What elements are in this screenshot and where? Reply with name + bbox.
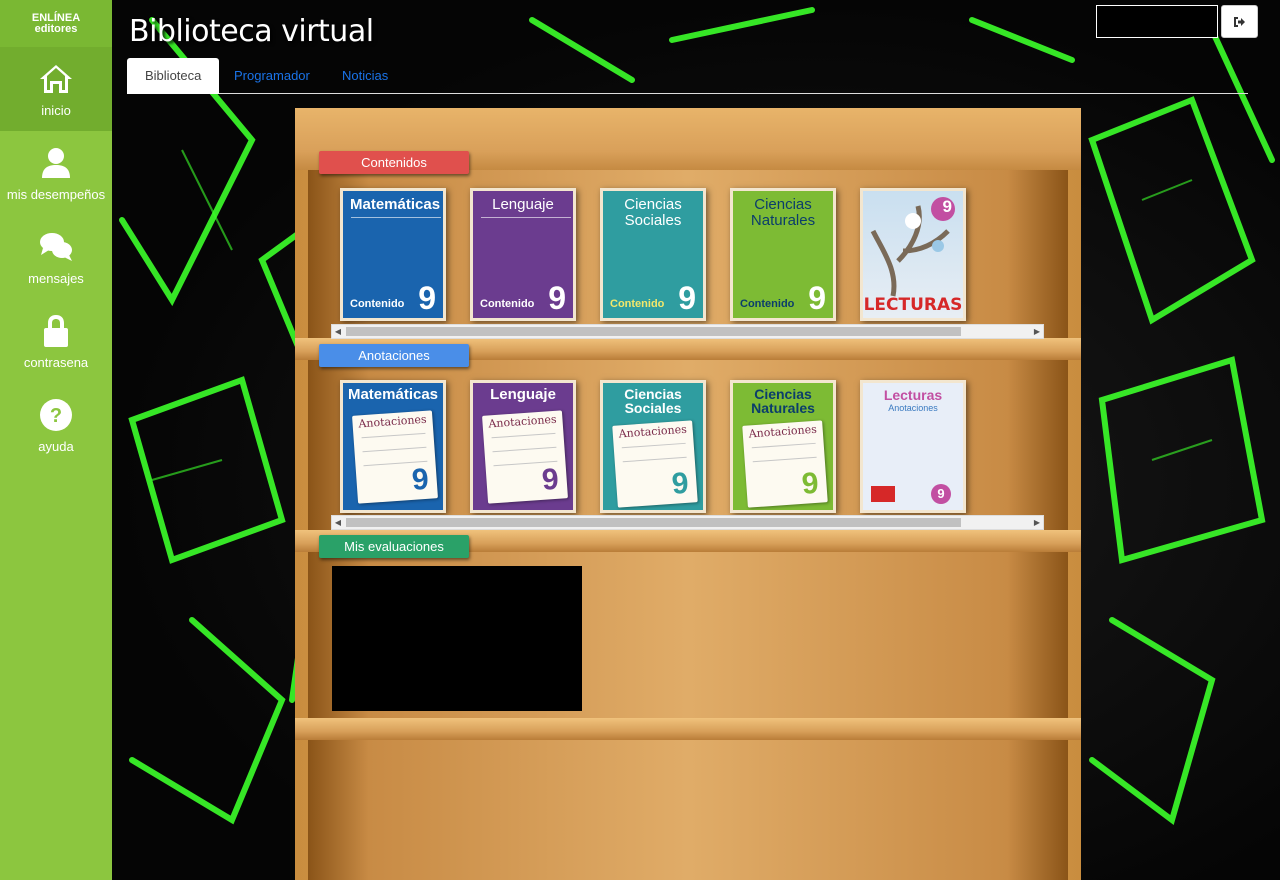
section-label-evaluaciones: Mis evaluaciones xyxy=(319,535,469,558)
book-title: Ciencias Sociales xyxy=(624,386,682,416)
sidebar-item-inicio[interactable]: inicio xyxy=(0,47,112,131)
book-title: Lecturas xyxy=(883,387,943,403)
book-rule xyxy=(351,217,441,218)
user-name-box[interactable] xyxy=(1096,5,1218,38)
book-grade: 9 xyxy=(800,466,820,501)
notes-paper: Anotaciones 9 xyxy=(742,420,828,508)
anotaciones-scrollbar[interactable]: ◀ ▶ xyxy=(331,515,1044,530)
book-rule xyxy=(481,217,571,218)
book-matematicas-anotaciones[interactable]: Matemáticas Anotaciones 9 xyxy=(340,380,446,513)
book-grade: 9 xyxy=(931,484,951,504)
book-grade: 9 xyxy=(808,280,826,316)
book-subtitle: Contenido xyxy=(350,298,405,310)
book-title: Matemáticas xyxy=(347,386,439,403)
sidebar-item-mensajes[interactable]: mensajes xyxy=(0,215,112,299)
user-icon xyxy=(42,147,70,178)
book-title: LECTURAS xyxy=(863,295,963,315)
book-title: Ciencias Naturales xyxy=(750,196,816,229)
section-label-anotaciones: Anotaciones xyxy=(319,344,469,367)
book-lecturas-contenido[interactable]: 9 LECTURAS xyxy=(860,188,966,321)
sidebar-item-contrasena[interactable]: contrasena xyxy=(0,299,112,383)
book-grade: 9 xyxy=(548,280,566,316)
book-title: Ciencias Sociales xyxy=(624,196,682,229)
book-sociales-contenido[interactable]: Ciencias Sociales Contenido 9 xyxy=(600,188,706,321)
tab-biblioteca[interactable]: Biblioteca xyxy=(127,58,220,94)
section-label-contenidos: Contenidos xyxy=(319,151,469,174)
scroll-right-icon[interactable]: ▶ xyxy=(1031,516,1043,529)
logout-icon xyxy=(1233,16,1245,27)
book-grade: 9 xyxy=(540,462,560,497)
brand-logo[interactable]: ENLÍNEA editores xyxy=(0,0,112,47)
anotaciones-books: Matemáticas Anotaciones 9 Lenguaje Anota… xyxy=(340,380,966,513)
scroll-right-icon[interactable]: ▶ xyxy=(1031,325,1043,338)
book-title: Matemáticas xyxy=(350,196,441,213)
sidebar-item-label: mensajes xyxy=(28,270,84,286)
contenidos-books: Matemáticas Contenido 9 Lenguaje Conteni… xyxy=(340,188,966,321)
sidebar: ENLÍNEA editores inicio mis desempeños m… xyxy=(0,0,112,880)
contenidos-scrollbar[interactable]: ◀ ▶ xyxy=(331,324,1044,339)
paper-label: Anotaciones xyxy=(618,422,688,441)
sidebar-item-ayuda[interactable]: ? ayuda xyxy=(0,383,112,467)
book-subtitle: Contenido xyxy=(610,298,665,310)
svg-text:?: ? xyxy=(50,405,62,427)
home-icon xyxy=(40,64,72,93)
scroll-left-icon[interactable]: ◀ xyxy=(332,516,344,529)
tab-programador[interactable]: Programador xyxy=(216,58,328,94)
book-title: Ciencias Naturales xyxy=(751,386,815,416)
tab-bar: Biblioteca Programador Noticias xyxy=(127,58,1248,94)
tab-noticias[interactable]: Noticias xyxy=(324,58,406,94)
logout-button[interactable] xyxy=(1221,5,1258,38)
paper-label: Anotaciones xyxy=(888,403,938,413)
book-matematicas-contenido[interactable]: Matemáticas Contenido 9 xyxy=(340,188,446,321)
shelf-plank xyxy=(295,718,1081,740)
paper-label: Anotaciones xyxy=(748,422,818,441)
notes-paper: Anotaciones 9 xyxy=(612,420,698,508)
book-title: Lenguaje xyxy=(492,196,554,213)
book-title: Lenguaje xyxy=(490,386,556,403)
book-lecturas-anotaciones[interactable]: Lecturas Anotaciones 9 xyxy=(860,380,966,513)
scrollbar-thumb[interactable] xyxy=(346,327,961,336)
book-grade: 9 xyxy=(670,466,690,501)
paper-label: Anotaciones xyxy=(358,412,427,431)
book-lenguaje-contenido[interactable]: Lenguaje Contenido 9 xyxy=(470,188,576,321)
book-grade: 9 xyxy=(942,197,952,216)
notes-paper: Anotaciones 9 xyxy=(482,410,568,504)
book-grade: 9 xyxy=(418,280,436,316)
chat-icon xyxy=(40,232,72,261)
book-subtitle: Contenido xyxy=(740,298,795,310)
scrollbar-thumb[interactable] xyxy=(346,518,961,527)
sidebar-item-label: inicio xyxy=(41,102,71,118)
book-lenguaje-anotaciones[interactable]: Lenguaje Anotaciones 9 xyxy=(470,380,576,513)
main-area: Biblioteca virtual Biblioteca Programado… xyxy=(112,0,1280,880)
evaluation-item[interactable] xyxy=(332,566,582,711)
sidebar-item-label: ayuda xyxy=(38,438,74,454)
book-naturales-anotaciones[interactable]: Ciencias Naturales Anotaciones 9 xyxy=(730,380,836,513)
page-title: Biblioteca virtual xyxy=(129,14,374,49)
lock-icon xyxy=(44,314,68,347)
help-icon: ? xyxy=(40,398,72,431)
book-grade: 9 xyxy=(678,280,696,316)
book-grade: 9 xyxy=(410,462,430,497)
paper-label: Anotaciones xyxy=(488,412,557,431)
sidebar-item-label: contrasena xyxy=(23,354,89,370)
scroll-left-icon[interactable]: ◀ xyxy=(332,325,344,338)
sidebar-item-desempenos[interactable]: mis desempeños xyxy=(0,131,112,215)
notes-paper: Anotaciones 9 xyxy=(352,410,438,504)
book-red-icon xyxy=(871,486,895,502)
book-naturales-contenido[interactable]: Ciencias Naturales Contenido 9 xyxy=(730,188,836,321)
sidebar-item-label: mis desempeños xyxy=(6,186,106,202)
book-subtitle: Contenido xyxy=(480,298,535,310)
book-sociales-anotaciones[interactable]: Ciencias Sociales Anotaciones 9 xyxy=(600,380,706,513)
brand-line2: editores xyxy=(34,23,78,35)
